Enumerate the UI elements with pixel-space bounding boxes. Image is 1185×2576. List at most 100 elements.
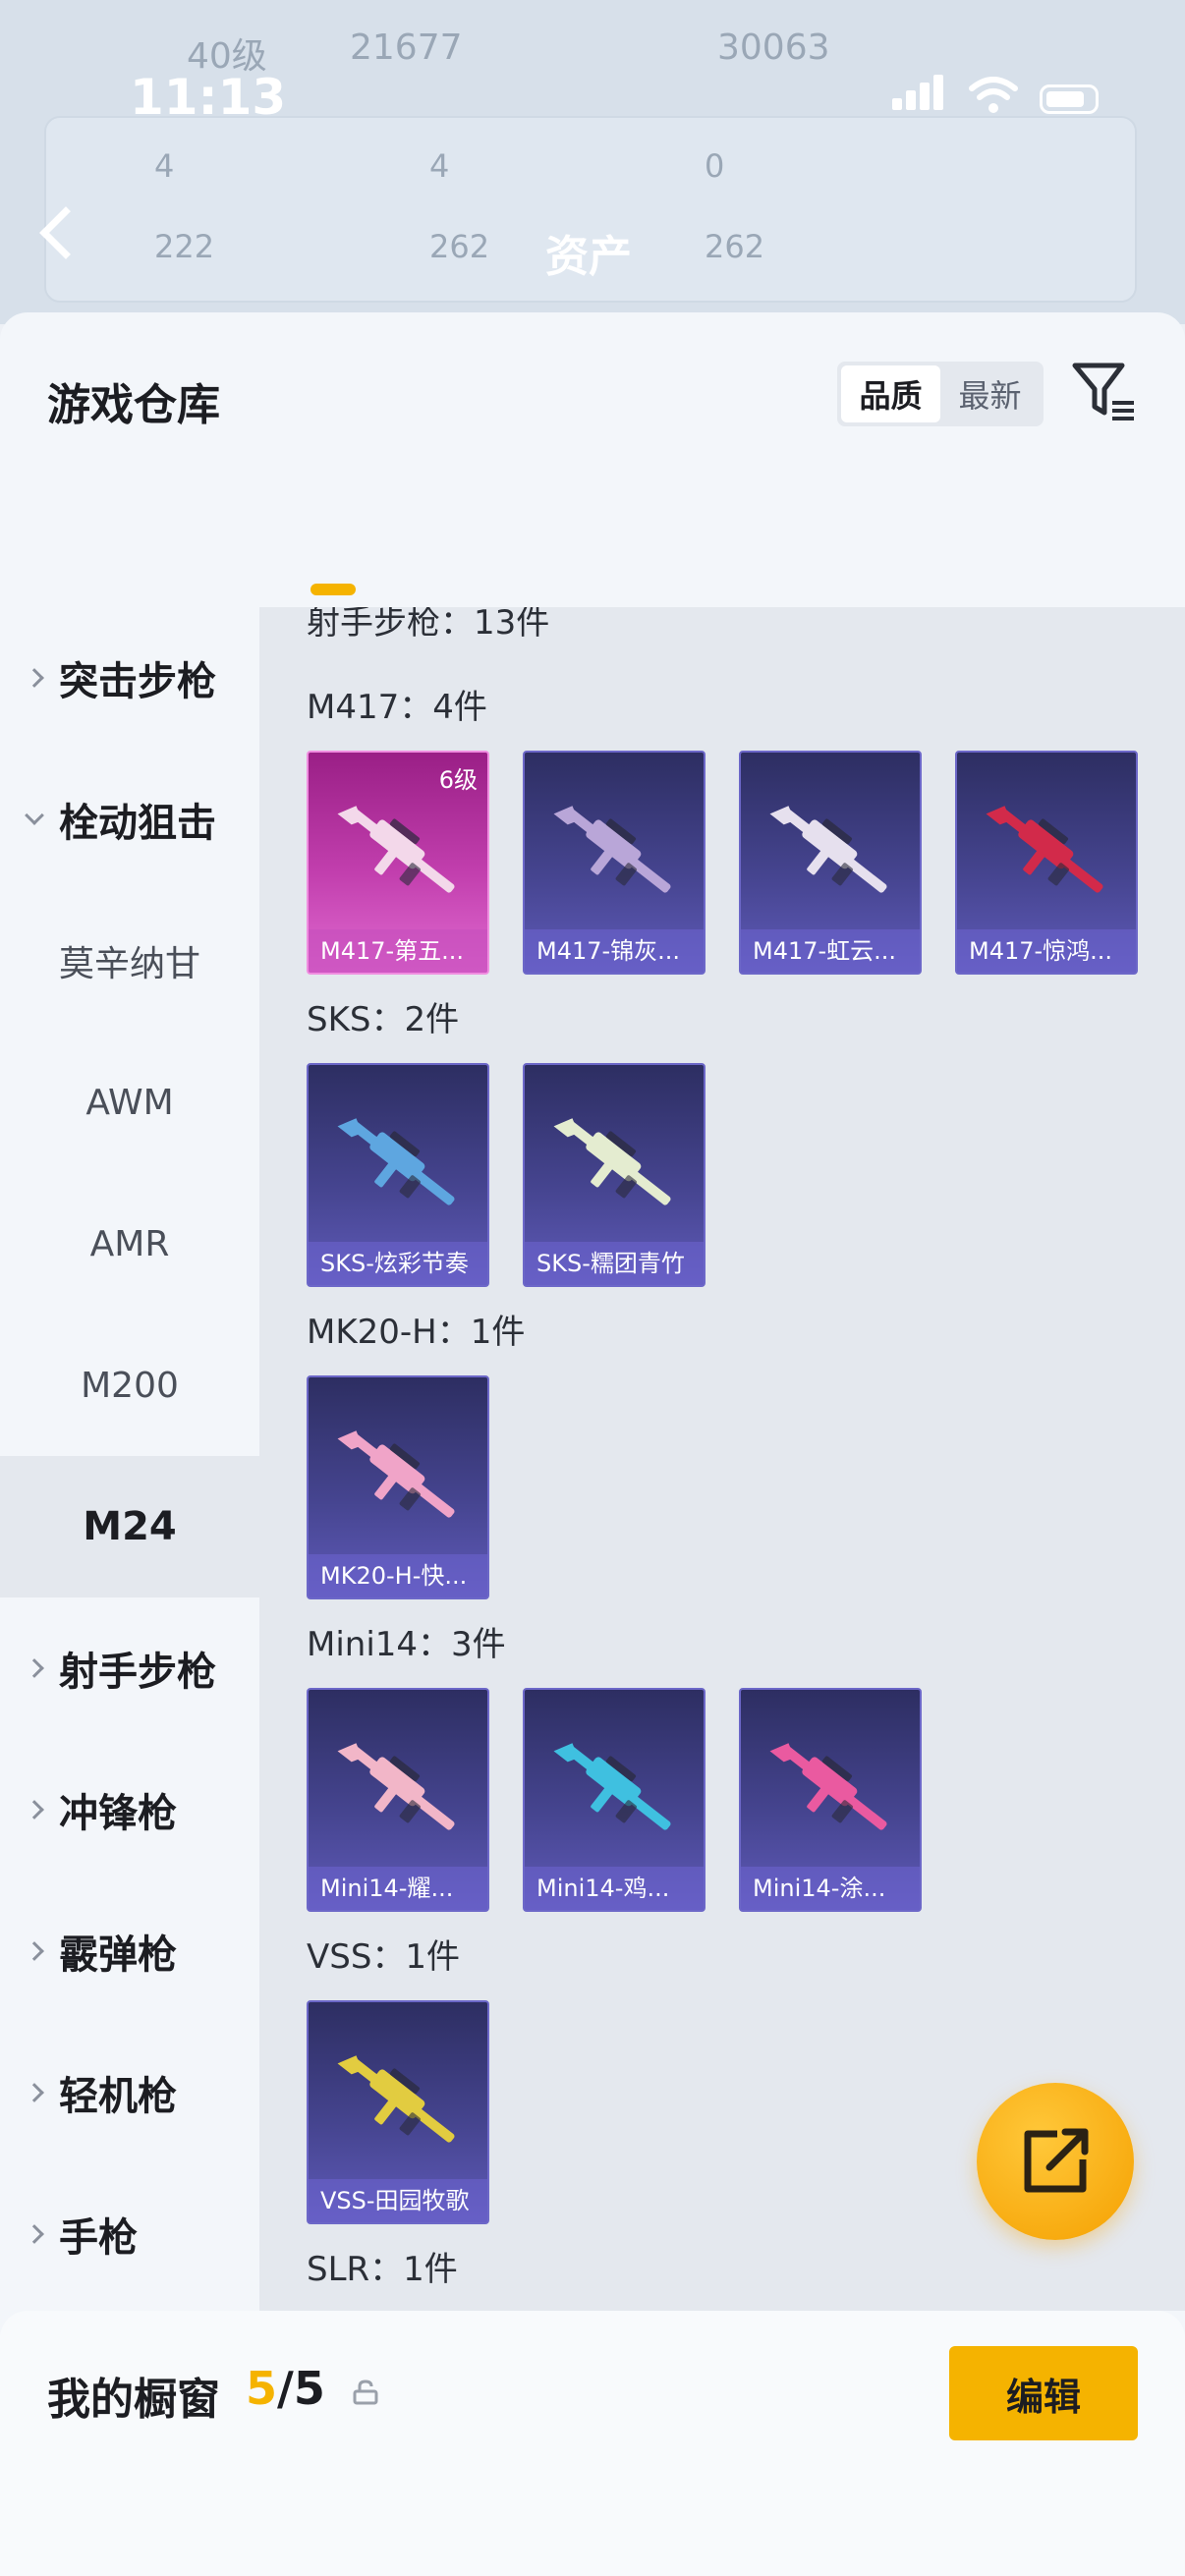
chevron-right-icon (25, 1941, 44, 1961)
nav-lmg[interactable]: 轻机枪 (0, 2022, 259, 2163)
gun-icon (764, 1729, 902, 1847)
nav-smg[interactable]: 冲锋枪 (0, 1739, 259, 1880)
item-card[interactable]: M417-锦灰... (523, 751, 705, 975)
item-name: Mini14-耀... (309, 1867, 487, 1910)
group-title: VSS：1件 (307, 1937, 461, 1977)
wifi-icon (969, 77, 1018, 113)
chevron-right-icon (25, 2083, 44, 2102)
item-card[interactable]: Mini14-涂... (739, 1688, 922, 1912)
showcase-bar: 我的橱窗 5/5 编辑 (0, 2311, 1185, 2576)
gun-icon (764, 792, 902, 910)
chevron-right-icon (25, 668, 44, 688)
nav-sub-m24[interactable]: M24 (0, 1456, 259, 1597)
item-card[interactable]: SKS-糯团青竹 (523, 1063, 705, 1287)
item-card[interactable]: SKS-炫彩节奏 (307, 1063, 489, 1287)
active-tab-indicator (310, 584, 356, 595)
group-title: SKS：2件 (307, 1000, 460, 1039)
group-title: MK20-H：1件 (307, 1313, 526, 1352)
sheet-title: 游戏仓库 (47, 380, 220, 430)
gun-icon (332, 1417, 470, 1535)
sort-toggle: 品质 最新 (837, 362, 1044, 426)
showcase-total: /5 (277, 2362, 325, 2415)
chevron-right-icon (25, 1800, 44, 1820)
item-name: M417-锦灰... (525, 929, 704, 973)
item-name: M417-惊鸿... (957, 929, 1136, 973)
category-tabs: 时装291 枪械97 装备107 载具1 战备89 (0, 499, 1185, 884)
gun-icon (332, 792, 470, 910)
showcase-count: 5/5 (246, 2362, 325, 2415)
group-title: Mini14：3件 (307, 1625, 506, 1664)
nav-sub-awm[interactable]: AWM (0, 1032, 259, 1173)
group-title: M417：4件 (307, 688, 487, 727)
stat-value: 262 (705, 228, 765, 265)
battery-icon (1040, 84, 1099, 114)
chevron-down-icon (25, 806, 44, 825)
category-nav: 突击步枪 栓动狙击 莫辛纳甘 AWM AMR M200 M24 射手步枪 冲锋枪… (0, 607, 259, 2311)
nav-label: 栓动狙击 (59, 801, 216, 846)
background-title: 资产 (545, 232, 632, 282)
item-name: M417-虹云... (741, 929, 920, 973)
sort-latest-option[interactable]: 最新 (940, 365, 1040, 422)
nav-label: 轻机枪 (59, 2074, 177, 2119)
gun-icon (981, 792, 1118, 910)
item-card[interactable]: Mini14-鸡... (523, 1688, 705, 1912)
lock-icon (353, 2380, 378, 2405)
item-card[interactable]: Mini14-耀... (307, 1688, 489, 1912)
nav-bolt-sniper[interactable]: 栓动狙击 (0, 749, 259, 890)
nav-marksman-rifle[interactable]: 射手步枪 (0, 1597, 259, 1739)
gun-icon (548, 1104, 686, 1222)
item-card[interactable]: VSS-田园牧歌 (307, 2000, 489, 2224)
nav-sub-m200[interactable]: M200 (0, 1315, 259, 1456)
item-card[interactable]: M417-虹云... (739, 751, 922, 975)
gun-icon (548, 1729, 686, 1847)
ghost-value-2: 30063 (717, 28, 830, 68)
sort-quality-option[interactable]: 品质 (841, 365, 940, 422)
item-name: M417-第五... (309, 929, 487, 973)
status-time: 11:13 (130, 69, 287, 126)
item-name: Mini14-涂... (741, 1867, 920, 1910)
group-title-partial: 射手步枪：13件 (307, 607, 550, 643)
nav-sub-mosin[interactable]: 莫辛纳甘 (0, 890, 259, 1032)
stat-value: 262 (429, 228, 490, 265)
share-button[interactable] (977, 2083, 1134, 2240)
gun-icon (332, 1729, 470, 1847)
item-card[interactable]: MK20-H-快... (307, 1375, 489, 1599)
item-level-badge: 6级 (438, 766, 478, 794)
stat-value: 4 (154, 147, 175, 185)
item-name: SKS-糯团青竹 (525, 1242, 704, 1285)
nav-assault-rifle[interactable]: 突击步枪 (0, 607, 259, 749)
stat-value: 0 (705, 147, 725, 185)
ghost-value-1: 21677 (350, 28, 463, 68)
nav-pistol[interactable]: 手枪 (0, 2163, 259, 2305)
item-grid-area[interactable]: 射手步枪：13件 M417：4件 6级 M417-第五... M417-锦灰..… (259, 607, 1185, 2311)
nav-label: 霰弹枪 (59, 1932, 177, 1978)
chevron-right-icon (25, 1658, 44, 1678)
item-name: MK20-H-快... (309, 1554, 487, 1597)
share-icon (1024, 2128, 1089, 2193)
gun-icon (332, 1104, 470, 1222)
signal-icon (892, 75, 947, 114)
nav-label: 手枪 (59, 2215, 138, 2261)
background-page-header: 40级 21677 30063 4 4 0 222 262 262 11:13 … (0, 0, 1185, 324)
nav-label: 突击步枪 (59, 659, 216, 704)
filter-icon[interactable] (1069, 358, 1138, 426)
item-card[interactable]: M417-惊鸿... (955, 751, 1138, 975)
group-title: SLR：1件 (307, 2250, 458, 2289)
gun-icon (548, 792, 686, 910)
gun-icon (332, 2042, 470, 2159)
stat-value: 4 (429, 147, 450, 185)
nav-sub-amr[interactable]: AMR (0, 1173, 259, 1315)
status-icons (892, 75, 1099, 114)
item-name: VSS-田园牧歌 (309, 2179, 487, 2222)
stat-value: 222 (154, 228, 215, 265)
showcase-current: 5 (246, 2362, 278, 2415)
nav-shotgun[interactable]: 霰弹枪 (0, 1880, 259, 2022)
nav-label: 射手步枪 (59, 1650, 216, 1695)
item-card[interactable]: 6级 M417-第五... (307, 751, 489, 975)
chevron-right-icon (25, 2224, 44, 2244)
item-name: SKS-炫彩节奏 (309, 1242, 487, 1285)
nav-label: 冲锋枪 (59, 1791, 177, 1836)
edit-button[interactable]: 编辑 (949, 2346, 1138, 2440)
item-name: Mini14-鸡... (525, 1867, 704, 1910)
showcase-label: 我的橱窗 (47, 2375, 220, 2425)
